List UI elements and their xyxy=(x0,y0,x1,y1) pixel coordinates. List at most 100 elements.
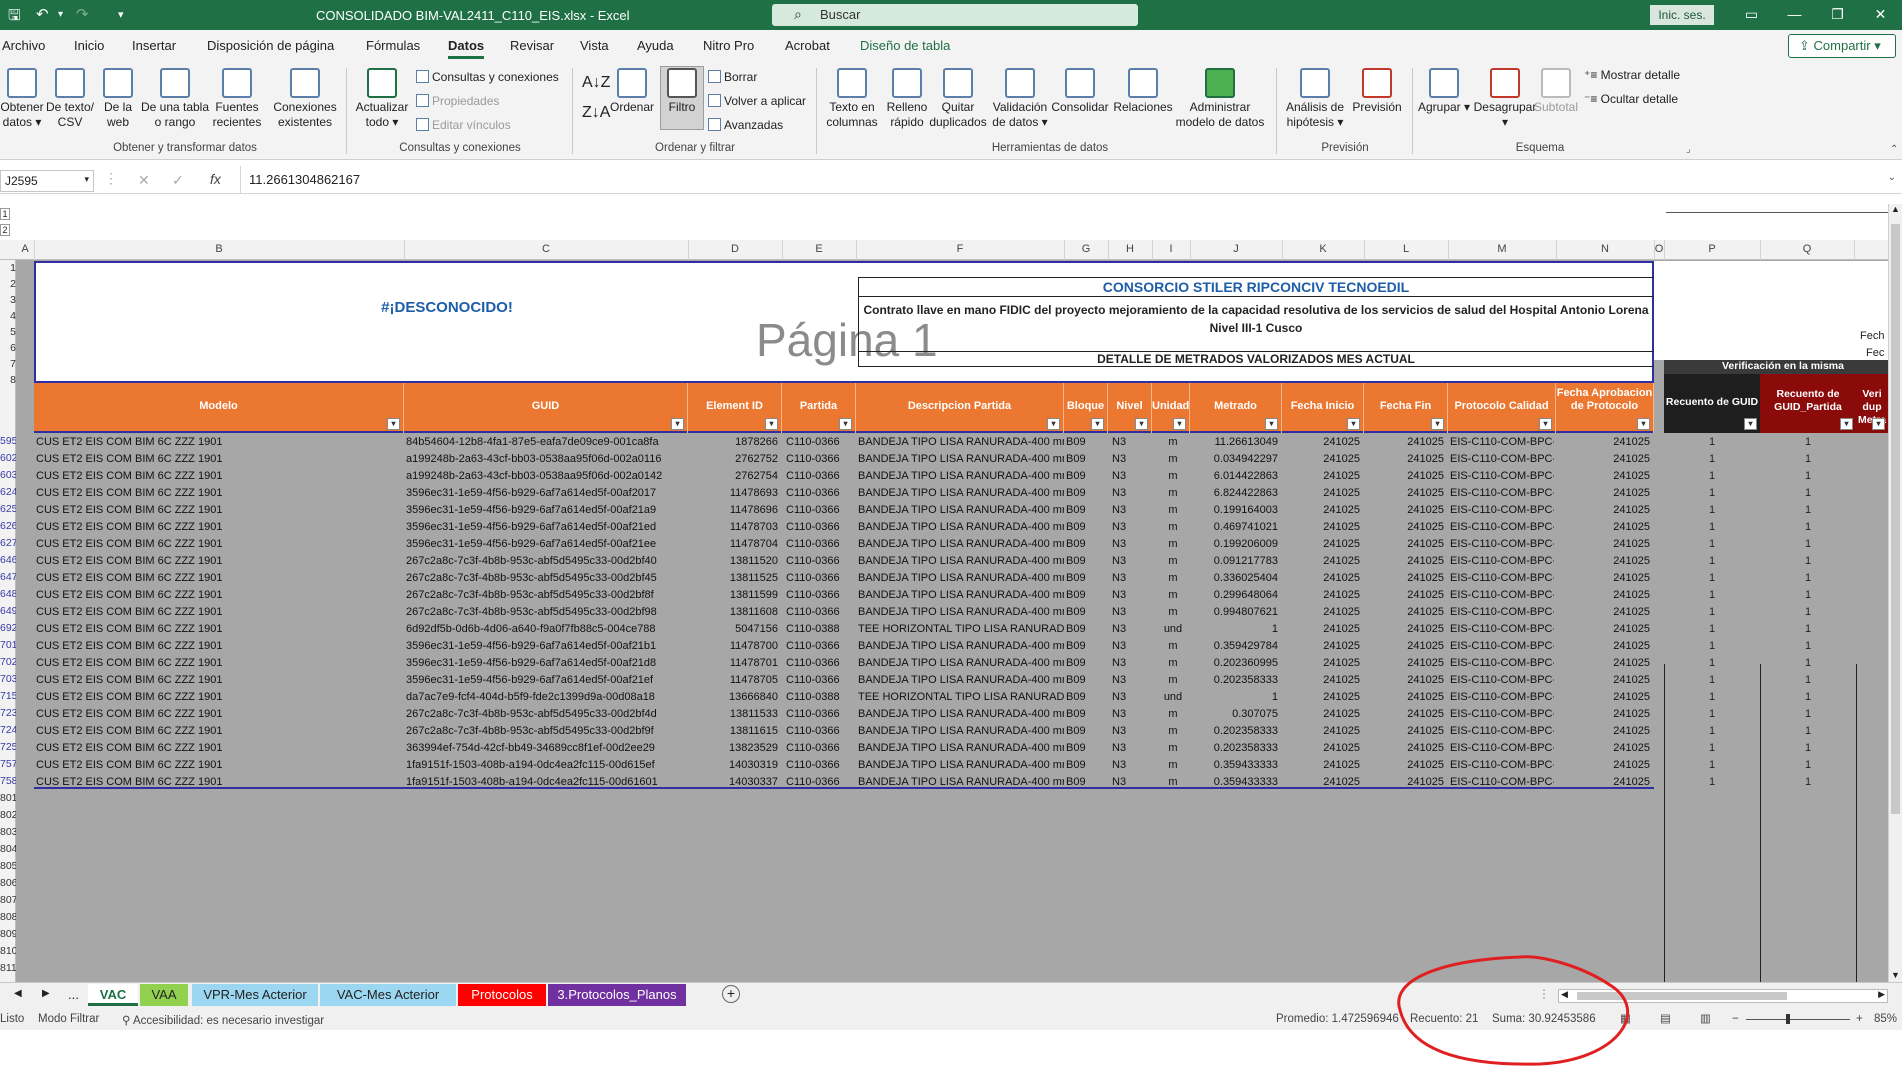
table-cell[interactable]: CUS ET2 EIS COM BIM 6C ZZZ 1901 xyxy=(36,436,402,448)
page-layout-icon[interactable]: ▤ xyxy=(1660,1011,1671,1025)
check-count-cell[interactable]: 1 xyxy=(1664,640,1760,652)
relationships-button[interactable]: Relaciones xyxy=(1112,68,1174,115)
row-header[interactable]: 603 xyxy=(0,469,16,481)
filter-dropdown-icon[interactable]: ▾ xyxy=(765,418,778,430)
table-cell[interactable]: BANDEJA TIPO LISA RANURADA-400 mmx10 xyxy=(858,657,1064,669)
add-sheet-icon[interactable]: + xyxy=(722,985,740,1003)
check-count-cell[interactable]: 1 xyxy=(1664,674,1760,686)
table-cell[interactable]: C110-0366 xyxy=(786,453,856,465)
table-cell[interactable]: 241025 xyxy=(1366,657,1444,669)
scroll-down-icon[interactable]: ▼ xyxy=(1891,970,1900,980)
table-cell[interactable]: 11478701 xyxy=(690,657,778,669)
table-cell[interactable]: C110-0366 xyxy=(786,657,856,669)
sort-button[interactable]: Ordenar xyxy=(610,68,654,115)
data-model-button[interactable]: Administrar modelo de datos xyxy=(1172,68,1268,130)
hscroll-thumb[interactable] xyxy=(1577,992,1787,1000)
check-count-cell[interactable]: 1 xyxy=(1664,453,1760,465)
table-cell[interactable]: B09 xyxy=(1066,572,1106,584)
table-cell[interactable]: 241025 xyxy=(1366,606,1444,618)
table-cell[interactable]: 13811615 xyxy=(690,725,778,737)
confirm-entry-icon[interactable]: ✓ xyxy=(172,172,184,189)
table-cell[interactable]: 14030319 xyxy=(690,759,778,771)
show-detail-button[interactable]: ⁺≡ Mostrar detalle xyxy=(1584,68,1680,82)
row-header[interactable]: 2 xyxy=(0,278,16,290)
table-cell[interactable]: 11478704 xyxy=(690,538,778,550)
table-cell[interactable]: EIS-C110-COM-BPC-0017 xyxy=(1450,521,1554,533)
check-count-cell[interactable]: 1 xyxy=(1760,691,1856,703)
check-count-cell[interactable]: 1 xyxy=(1664,725,1760,737)
outline-level-2[interactable]: 2 xyxy=(0,224,10,236)
sheet-tab[interactable]: 3.Protocolos_Planos xyxy=(548,984,686,1006)
row-header[interactable]: 810 xyxy=(0,945,16,957)
table-cell[interactable]: N3 xyxy=(1112,742,1152,754)
table-cell[interactable]: 241025 xyxy=(1558,572,1650,584)
table-cell[interactable]: 241025 xyxy=(1366,572,1444,584)
check-count-cell[interactable]: 1 xyxy=(1760,487,1856,499)
sheet-tab[interactable]: VAA xyxy=(140,984,188,1006)
table-cell[interactable]: 241025 xyxy=(1558,504,1650,516)
table-cell[interactable]: B09 xyxy=(1066,640,1106,652)
table-cell[interactable]: N3 xyxy=(1112,470,1152,482)
text-to-columns-button[interactable]: Texto en columnas xyxy=(824,68,880,130)
refresh-all-button[interactable]: Actualizar todo ▾ xyxy=(352,68,412,130)
table-cell[interactable]: N3 xyxy=(1112,759,1152,771)
table-row[interactable]: CUS ET2 EIS COM BIM 6C ZZZ 1901 3596ec31-… xyxy=(34,536,1654,553)
table-cell[interactable]: 13811608 xyxy=(690,606,778,618)
table-cell[interactable]: B09 xyxy=(1066,691,1106,703)
row-header[interactable]: 715 xyxy=(0,690,16,702)
tab-formulas[interactable]: Fórmulas xyxy=(366,38,420,53)
table-cell[interactable]: m xyxy=(1156,555,1190,567)
table-cell[interactable]: 267c2a8c-7c3f-4b8b-953c-abf5d5495c33-00d… xyxy=(406,555,686,567)
properties-button[interactable]: Propiedades xyxy=(416,94,499,108)
check-count-cell[interactable]: 1 xyxy=(1664,657,1760,669)
table-cell[interactable]: CUS ET2 EIS COM BIM 6C ZZZ 1901 xyxy=(36,589,402,601)
table-cell[interactable]: N3 xyxy=(1112,555,1152,567)
table-cell[interactable]: N3 xyxy=(1112,691,1152,703)
table-cell[interactable]: B09 xyxy=(1066,538,1106,550)
row-header[interactable]: 703 xyxy=(0,673,16,685)
get-data-button[interactable]: Obtener datos ▾ xyxy=(0,68,44,130)
table-cell[interactable]: EIS-C110-COM-BPC-0017 xyxy=(1450,725,1554,737)
table-cell[interactable]: 241025 xyxy=(1558,555,1650,567)
table-cell[interactable]: 0.359433333 xyxy=(1192,759,1278,771)
table-cell[interactable]: 241025 xyxy=(1366,521,1444,533)
column-header[interactable]: H xyxy=(1108,243,1152,255)
table-cell[interactable]: CUS ET2 EIS COM BIM 6C ZZZ 1901 xyxy=(36,742,402,754)
table-cell[interactable]: BANDEJA TIPO LISA RANURADA-400 mmx10 xyxy=(858,538,1064,550)
table-cell[interactable]: BANDEJA TIPO LISA RANURADA-400 mmx10 xyxy=(858,674,1064,686)
row-header[interactable]: 807 xyxy=(0,894,16,906)
table-cell[interactable]: m xyxy=(1156,759,1190,771)
table-cell[interactable]: EIS-C110-COM-BPC-0017 xyxy=(1450,538,1554,550)
table-cell[interactable]: m xyxy=(1156,572,1190,584)
check-count-cell[interactable]: 1 xyxy=(1664,606,1760,618)
existing-connections-button[interactable]: Conexiones existentes xyxy=(272,68,338,130)
table-cell[interactable]: m xyxy=(1156,521,1190,533)
filter-dropdown-icon[interactable]: ▾ xyxy=(1840,418,1853,430)
table-cell[interactable]: C110-0366 xyxy=(786,708,856,720)
scroll-up-icon[interactable]: ▲ xyxy=(1891,204,1900,214)
table-cell[interactable]: 2762754 xyxy=(690,470,778,482)
row-header[interactable]: 4 xyxy=(0,310,16,322)
table-cell[interactable]: 241025 xyxy=(1284,572,1360,584)
table-row[interactable]: CUS ET2 EIS COM BIM 6C ZZZ 1901 3596ec31-… xyxy=(34,485,1654,502)
scroll-right-icon[interactable]: ▶ xyxy=(1878,989,1885,1000)
table-cell[interactable]: 241025 xyxy=(1284,453,1360,465)
table-cell[interactable]: m xyxy=(1156,725,1190,737)
table-cell[interactable]: EIS-C110-COM-BPC-0017 xyxy=(1450,555,1554,567)
hide-detail-button[interactable]: ⁻≡ Ocultar detalle xyxy=(1584,92,1678,106)
filter-dropdown-icon[interactable]: ▾ xyxy=(1637,418,1650,430)
table-cell[interactable]: C110-0366 xyxy=(786,606,856,618)
table-cell[interactable]: 0.359429784 xyxy=(1192,640,1278,652)
close-icon[interactable]: ✕ xyxy=(1859,0,1902,30)
table-cell[interactable]: 241025 xyxy=(1558,725,1650,737)
table-cell[interactable]: m xyxy=(1156,589,1190,601)
normal-view-icon[interactable]: ▦ xyxy=(1620,1011,1631,1025)
table-cell[interactable]: m xyxy=(1156,606,1190,618)
table-cell[interactable]: N3 xyxy=(1112,589,1152,601)
consolidate-button[interactable]: Consolidar xyxy=(1050,68,1110,115)
column-header[interactable]: C xyxy=(404,243,688,255)
table-cell[interactable]: und xyxy=(1156,691,1190,703)
table-cell[interactable]: 0.202358333 xyxy=(1192,725,1278,737)
table-cell[interactable]: N3 xyxy=(1112,572,1152,584)
row-header[interactable]: 801 xyxy=(0,792,16,804)
